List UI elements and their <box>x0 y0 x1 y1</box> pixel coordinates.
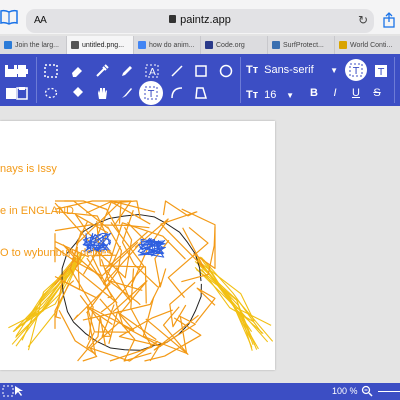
pan-hand-icon[interactable] <box>91 82 113 104</box>
tab-label: untitled.png... <box>82 41 125 49</box>
select-rect-icon[interactable] <box>40 60 62 82</box>
chevron-down-icon: ▼ <box>330 65 338 75</box>
line-icon[interactable] <box>166 60 188 82</box>
zoom-out-icon[interactable] <box>361 385 373 397</box>
tab-label: Join the larg... <box>15 41 59 49</box>
tab-favicon-icon <box>4 41 12 49</box>
curve-icon[interactable] <box>166 82 188 104</box>
font-family-dropdown[interactable]: Tт Sans-serif ▼ <box>246 59 338 81</box>
font-family-value: Sans-serif <box>264 64 314 76</box>
lock-icon <box>169 15 177 23</box>
svg-text:T: T <box>377 67 385 78</box>
polygon-icon[interactable] <box>190 82 212 104</box>
browser-tab-strip: Join the larg... untitled.png... how do an… <box>0 36 400 54</box>
text-box-icon[interactable]: T <box>139 81 163 105</box>
font-size-icon: Tт <box>246 89 259 101</box>
font-size-value: 16 <box>264 89 277 101</box>
print-icon[interactable] <box>11 60 33 82</box>
bookmarks-icon[interactable] <box>0 9 18 25</box>
browser-address-bar: AA paintz.app ↻ <box>0 0 400 34</box>
reload-icon[interactable]: ↻ <box>358 13 368 27</box>
canvas-text-line: nays is Issy <box>0 163 57 175</box>
ellipse-icon[interactable] <box>215 60 237 82</box>
font-icon: Tт <box>246 64 259 76</box>
cursor-position-icon <box>15 386 23 396</box>
zoom-slider[interactable] <box>378 391 400 392</box>
url-field[interactable]: AA paintz.app ↻ <box>26 9 374 33</box>
paste-icon[interactable] <box>11 82 33 104</box>
browser-tab[interactable]: World Conti... <box>335 36 400 54</box>
tab-favicon-icon <box>339 41 347 49</box>
brush-icon[interactable] <box>116 82 138 104</box>
text-tool-icon[interactable]: A <box>141 60 163 82</box>
tab-favicon-icon <box>272 41 280 49</box>
share-icon[interactable] <box>382 12 396 28</box>
browser-tab[interactable]: Code.org <box>201 36 268 54</box>
text-background-icon[interactable]: T <box>370 60 392 82</box>
text-box-active-icon[interactable]: T <box>345 59 367 81</box>
svg-text:T: T <box>147 89 155 100</box>
canvas-text-line: O to wybunbury delves <box>0 247 112 259</box>
svg-text:T: T <box>352 66 360 77</box>
tab-favicon-icon <box>205 41 213 49</box>
tab-favicon-icon <box>138 41 146 49</box>
strikethrough-button[interactable]: S <box>369 87 385 99</box>
tab-label: Code.org <box>216 41 245 49</box>
tab-label: how do anim... <box>149 41 195 49</box>
browser-tab[interactable]: how do anim... <box>134 36 201 54</box>
browser-tab[interactable]: untitled.png... <box>67 36 134 54</box>
underline-button[interactable]: U <box>348 87 364 99</box>
orange-scribble <box>195 287 216 324</box>
chevron-down-icon: ▼ <box>286 90 294 100</box>
orange-scribble <box>82 321 121 362</box>
bold-button[interactable]: B <box>306 87 322 99</box>
svg-text:A: A <box>149 67 156 78</box>
font-size-dropdown[interactable]: Tт 16 ▼ <box>246 85 294 105</box>
italic-button[interactable]: I <box>327 87 343 99</box>
tab-favicon-icon <box>71 41 79 49</box>
tab-label: SurfProtect... <box>283 41 324 49</box>
drawing-canvas[interactable]: nays is Issy e in ENGLAND O to wybunbury… <box>0 121 275 370</box>
url-text: paintz.app <box>180 14 231 26</box>
browser-tab[interactable]: SurfProtect... <box>268 36 335 54</box>
select-free-icon[interactable] <box>40 82 62 104</box>
canvas-text-line: e in ENGLAND <box>0 205 74 217</box>
pencil-icon[interactable] <box>116 60 138 82</box>
zoom-level: 100 % <box>332 386 358 396</box>
fill-icon[interactable] <box>66 82 88 104</box>
orange-scribble <box>79 295 115 337</box>
rectangle-icon[interactable] <box>190 60 212 82</box>
browser-tab[interactable]: Join the larg... <box>0 36 67 54</box>
eraser-icon[interactable] <box>66 60 88 82</box>
tab-label: World Conti... <box>350 41 393 49</box>
status-bar: 100 % <box>0 383 400 400</box>
paint-toolbar: A T Tт Sans-serif ▼ T T Tт 16 ▼ B I U S <box>0 54 400 106</box>
eyedropper-icon[interactable] <box>91 60 113 82</box>
canvas-text-block: nays is Issy e in ENGLAND O to wybunbury… <box>0 134 112 288</box>
